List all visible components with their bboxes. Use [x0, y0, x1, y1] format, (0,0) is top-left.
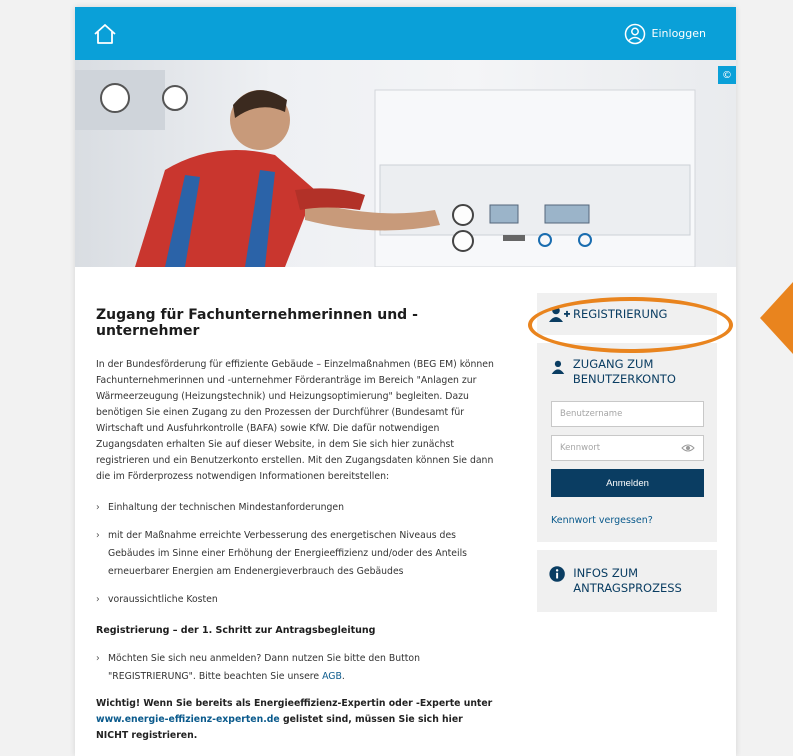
- agb-link[interactable]: AGB: [322, 671, 342, 682]
- list-item: voraussichtliche Kosten: [96, 591, 496, 609]
- list-item: Möchten Sie sich neu anmelden? Dann nutz…: [96, 650, 496, 686]
- copyright-badge[interactable]: ©: [718, 66, 736, 84]
- user-circle-icon: [624, 23, 645, 44]
- info-process-button[interactable]: INFOS ZUM ANTRAGSPROZESS: [537, 550, 717, 612]
- hero-illustration: [75, 70, 696, 267]
- forgot-password-link[interactable]: Kennwort vergessen?: [551, 515, 703, 526]
- warning-pre: Wichtig! Wenn Sie bereits als Energieeff…: [96, 698, 493, 709]
- username-field-wrapper: [551, 401, 704, 427]
- eye-icon[interactable]: [681, 443, 695, 453]
- pointer-arrow: [760, 282, 793, 354]
- submit-login-button[interactable]: Anmelden: [551, 469, 704, 497]
- info-process-title: INFOS ZUM ANTRAGSPROZESS: [573, 566, 682, 595]
- password-field-wrapper: [551, 435, 704, 461]
- login-label: Einloggen: [651, 27, 706, 40]
- hero-image: ©: [75, 60, 736, 267]
- login-panel-header: ZUGANG ZUM BENUTZERKONTO: [551, 357, 703, 387]
- requirements-list: Einhaltung der technischen Mindestanford…: [96, 499, 496, 609]
- registration-heading: Registrierung – der 1. Schritt zur Antra…: [96, 625, 376, 636]
- page-container: Einloggen © Zugang für Fachunternehmerin…: [75, 7, 736, 756]
- page-title: Zugang für Fachunternehmerinnen und -unt…: [96, 307, 418, 339]
- registration-note-end: .: [341, 671, 345, 682]
- login-panel: ZUGANG ZUM BENUTZERKONTO Anmelden Kennwo…: [537, 343, 717, 542]
- top-navigation-bar: Einloggen: [75, 7, 736, 60]
- username-input[interactable]: [560, 409, 695, 419]
- warning-text: Wichtig! Wenn Sie bereits als Energieeff…: [96, 696, 496, 744]
- intro-text: In der Bundesförderung für effiziente Ge…: [96, 359, 494, 482]
- register-button[interactable]: REGISTRIERUNG: [537, 293, 717, 335]
- register-label: REGISTRIERUNG: [573, 307, 668, 321]
- list-item: mit der Maßnahme erreichte Verbesserung …: [96, 527, 496, 581]
- home-icon: [94, 23, 116, 44]
- user-plus-icon: [549, 306, 570, 322]
- registration-note-text: Möchten Sie sich neu anmelden? Dann nutz…: [108, 653, 420, 682]
- registration-note-list: Möchten Sie sich neu anmelden? Dann nutz…: [96, 650, 496, 686]
- login-button[interactable]: Einloggen: [624, 23, 706, 45]
- password-input[interactable]: [560, 443, 695, 453]
- home-button[interactable]: [93, 21, 119, 47]
- info-icon: [549, 566, 565, 582]
- user-icon: [551, 360, 565, 374]
- main-column: Zugang für Fachunternehmerinnen und -unt…: [96, 307, 496, 753]
- sidebar: REGISTRIERUNG ZUGANG ZUM BENUTZERKONTO B…: [537, 293, 717, 612]
- list-item: Einhaltung der technischen Mindestanford…: [96, 499, 496, 517]
- login-panel-title: ZUGANG ZUM BENUTZERKONTO: [572, 357, 676, 386]
- experts-link[interactable]: www.energie-effizienz-experten.de: [96, 714, 280, 725]
